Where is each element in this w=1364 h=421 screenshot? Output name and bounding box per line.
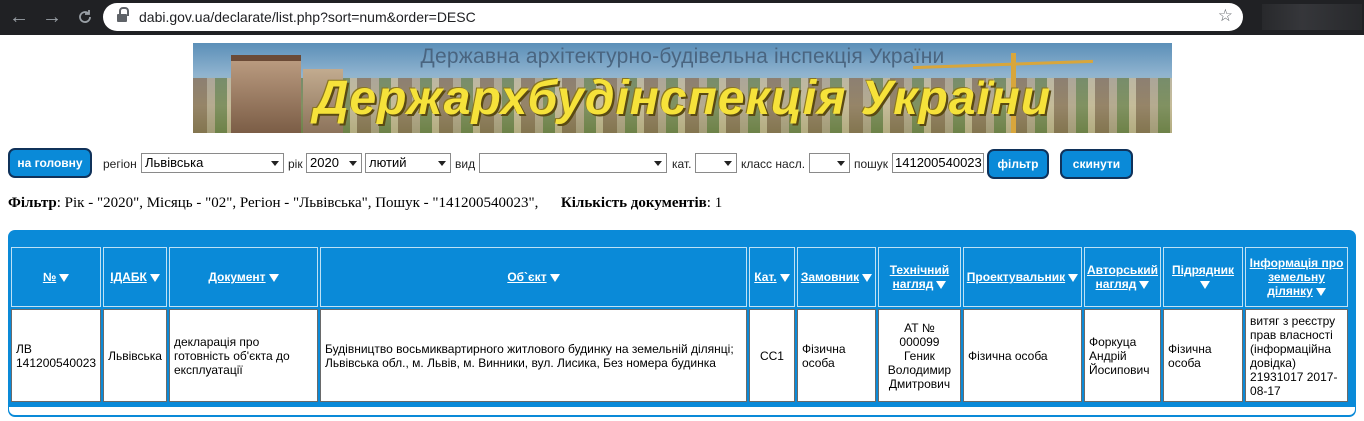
category-select[interactable] [695,153,737,173]
cell-document: декларація про готовність об'єкта до екс… [168,309,318,402]
column-header-author-supervision[interactable]: Авторський нагляд [1083,247,1162,307]
cell-contractor: Фізична особа [1163,309,1244,402]
sort-triangle-icon[interactable] [862,273,873,282]
column-header-idabk[interactable]: ІДАБК [103,247,167,307]
chevron-down-icon [837,161,845,166]
sort-triangle-icon[interactable] [549,273,560,282]
home-button[interactable]: на головну [8,148,92,178]
type-label: вид [455,157,476,171]
column-header-contractor[interactable]: Підрядник [1163,247,1244,307]
column-header-label: Документ [208,270,266,284]
month-select-value: лютий [369,155,407,170]
sort-triangle-icon[interactable] [149,273,160,282]
sort-triangle-icon[interactable] [936,280,947,289]
sort-triangle-icon[interactable] [59,273,70,282]
sort-triangle-icon[interactable] [1199,280,1210,289]
reload-icon[interactable] [74,6,96,28]
column-header-designer[interactable]: Проектувальник [962,247,1082,307]
chevron-down-icon [724,161,732,166]
cell-supervision: АТ № 000099 Геник Володимир Дмитрович [877,309,961,402]
column-header-label: № [42,270,57,284]
banner-subtitle: Державна архітектурно-будівельна інспекц… [420,45,945,68]
filter-text: : Рік - "2020", Місяць - "02", Регіон - … [56,195,539,211]
search-label: пошук [854,157,889,171]
category-label: кат. [672,157,692,171]
chevron-down-icon [438,161,446,166]
cell-customer: Фізична особа [796,309,876,402]
cell-author-supervision: Форкуца Андрій Йосипович [1083,309,1162,402]
forward-arrow-icon[interactable]: → [41,6,63,28]
table-row: ЛВ 141200540023 Львівська декларація про… [11,309,1349,402]
cell-idabk: Львівська [103,309,167,402]
region-select[interactable]: Львівська [141,153,284,173]
filter-key: Фільтр [8,195,57,211]
year-select[interactable]: 2020 [306,153,362,173]
column-header-supervision[interactable]: Технічний нагляд [877,247,961,307]
region-label: регіон [103,157,137,171]
sort-triangle-icon[interactable] [1315,287,1326,296]
count-key: Кількість документів [560,195,707,211]
filter-button[interactable]: фільтр [987,149,1049,179]
column-header-label: Замовник [800,270,860,284]
banner-title: Держархбудінспекція України [313,72,1052,125]
cell-number: ЛВ 141200540023 [11,309,102,402]
cell-category: СС1 [748,309,795,402]
column-header-label: Об`єкт [507,270,547,284]
column-header-category[interactable]: Кат. [748,247,795,307]
column-header-label: Інформація про земельну ділянку [1249,256,1344,298]
filter-summary: Фільтр: Рік - "2020", Місяць - "02", Рег… [8,195,722,212]
lock-icon [117,7,129,23]
type-select[interactable] [479,153,667,173]
count-text: : 1 [706,195,723,211]
year-label: рік [288,157,303,171]
extensions-area [1262,4,1362,30]
chevron-down-icon [271,161,279,166]
table-footer [8,406,1356,416]
column-header-label: Кат. [754,270,777,284]
url-text: dabi.gov.ua/declarate/list.php?sort=num&… [139,9,476,25]
browser-toolbar: ← → dabi.gov.ua/declarate/list.php?sort=… [0,0,1364,35]
column-header-customer[interactable]: Замовник [796,247,876,307]
cell-designer: Фізична особа [962,309,1082,402]
sort-triangle-icon[interactable] [1139,280,1150,289]
column-header-land-info[interactable]: Інформація про земельну ділянку [1245,247,1349,307]
address-bar[interactable]: dabi.gov.ua/declarate/list.php?sort=num&… [103,3,1243,31]
chevron-down-icon [349,161,357,166]
cell-land-info: витяг з реєстру прав власності (інформац… [1245,309,1349,402]
chevron-down-icon [654,161,662,166]
site-banner: Державна архітектурно-будівельна інспекц… [193,43,1172,133]
declarations-table: № ІДАБК Документ Об`єкт Кат. Замовник Те… [9,245,1351,404]
column-header-label: Проектувальник [966,270,1066,284]
region-select-value: Львівська [145,155,204,170]
column-header-label: Підрядник [1172,263,1235,277]
column-header-number[interactable]: № [11,247,102,307]
sort-triangle-icon[interactable] [1068,273,1079,282]
column-header-document[interactable]: Документ [168,247,318,307]
table-header-row: № ІДАБК Документ Об`єкт Кат. Замовник Те… [11,247,1349,307]
back-arrow-icon[interactable]: ← [8,6,30,28]
cell-object: Будівництво восьмиквартирного житлового … [319,309,747,402]
month-select[interactable]: лютий [365,153,451,173]
year-select-value: 2020 [310,155,339,170]
column-header-object[interactable]: Об`єкт [319,247,747,307]
search-input[interactable]: 141200540023 [892,153,984,173]
reset-button[interactable]: скинути [1060,149,1133,179]
column-header-label: ІДАБК [110,270,147,284]
sort-triangle-icon[interactable] [268,273,279,282]
class-select[interactable] [809,153,850,173]
class-label: класс насл. [741,157,806,171]
sort-triangle-icon[interactable] [779,273,790,282]
bookmark-star-icon[interactable]: ☆ [1218,6,1233,26]
